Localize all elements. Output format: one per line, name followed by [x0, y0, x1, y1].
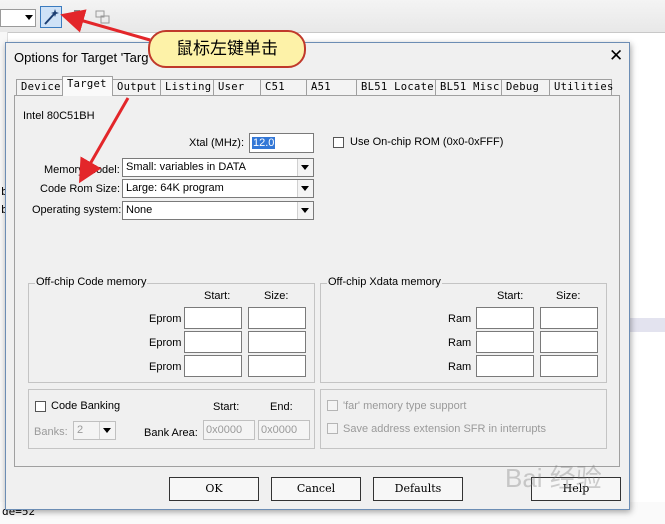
arrow-to-output-tab	[79, 97, 130, 184]
arrow-to-options-button	[60, 9, 151, 42]
watermark: Bai 经验	[505, 463, 602, 493]
annotation-arrows	[60, 9, 151, 184]
